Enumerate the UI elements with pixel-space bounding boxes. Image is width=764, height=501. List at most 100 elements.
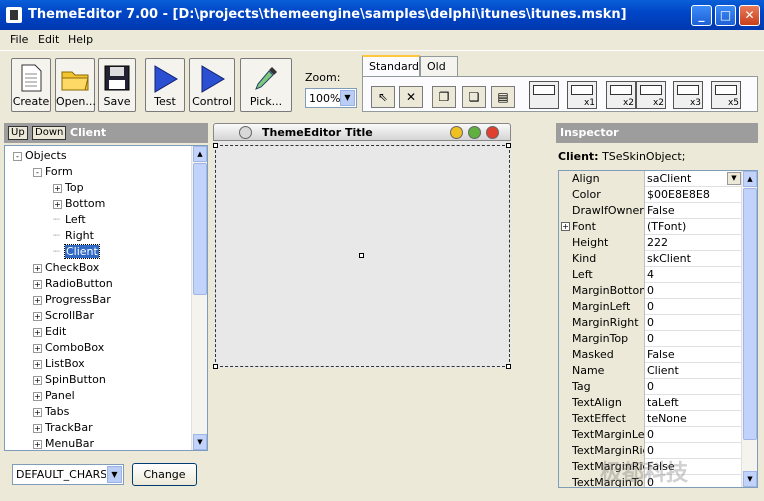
property-row[interactable]: Kind skClient	[559, 251, 742, 267]
tree-item[interactable]: - Objects	[13, 149, 67, 165]
expand-icon[interactable]: +	[33, 295, 42, 305]
test-button[interactable]: Test	[145, 58, 185, 112]
paste-icon[interactable]: ❏	[462, 86, 486, 108]
property-row[interactable]: MarginBottom 0	[559, 283, 742, 299]
charset-select[interactable]: DEFAULT_CHARSET ▼	[12, 464, 124, 485]
chevron-down-icon[interactable]: ▼	[107, 466, 122, 483]
delete-icon[interactable]: ✕	[399, 86, 423, 108]
property-value[interactable]: taLeft	[646, 395, 742, 411]
palette-item-x2[interactable]: x2	[606, 81, 636, 109]
expand-icon[interactable]: +	[33, 407, 42, 417]
scroll-down-icon[interactable]: ▼	[193, 434, 207, 450]
property-grid[interactable]: TextMarginTop0TextMarginRightFalseFalseT…	[558, 170, 758, 488]
property-row[interactable]: Height 222	[559, 235, 742, 251]
tree-scrollbar[interactable]: ▲ ▼	[191, 146, 207, 450]
expand-icon[interactable]: +	[561, 222, 570, 231]
expand-icon[interactable]: +	[33, 359, 42, 369]
pick-button[interactable]: Pick...	[240, 58, 292, 112]
tree-item[interactable]: + TrackBar	[33, 421, 93, 437]
zoom-select[interactable]: 100% ▼	[305, 88, 357, 108]
maximize-button[interactable]: □	[715, 5, 736, 26]
scroll-down-icon[interactable]: ▼	[743, 471, 757, 487]
property-row[interactable]: Align saClient ▼	[559, 171, 742, 187]
property-row[interactable]: Masked False	[559, 347, 742, 363]
property-value[interactable]: 0	[646, 379, 742, 395]
scroll-thumb[interactable]	[743, 188, 757, 440]
pointer-icon[interactable]: ⇖	[371, 86, 395, 108]
resize-handle[interactable]	[506, 364, 511, 369]
tree-item[interactable]: + Tabs	[33, 405, 69, 421]
menu-edit[interactable]: Edit	[38, 33, 59, 46]
property-value[interactable]: teNone	[646, 411, 742, 427]
expand-icon[interactable]: +	[33, 343, 42, 353]
property-row[interactable]: MarginLeft 0	[559, 299, 742, 315]
chevron-down-icon[interactable]: ▼	[340, 90, 355, 106]
property-value[interactable]: (TFont)	[646, 219, 742, 235]
control-button[interactable]: Control	[189, 58, 235, 112]
resize-handle[interactable]	[506, 143, 511, 148]
tab-old[interactable]: Old	[420, 56, 458, 76]
expand-icon[interactable]: +	[53, 183, 62, 193]
grid-scrollbar[interactable]: ▲ ▼	[741, 171, 757, 487]
expand-icon[interactable]: +	[33, 423, 42, 433]
expand-icon[interactable]: +	[33, 327, 42, 337]
scroll-up-icon[interactable]: ▲	[193, 146, 207, 162]
close-button[interactable]: ✕	[739, 5, 760, 26]
skin-minimize-icon[interactable]	[450, 126, 463, 139]
property-value[interactable]: 0	[646, 427, 742, 443]
tree-item[interactable]: + ProgressBar	[33, 293, 111, 309]
expand-icon[interactable]: +	[33, 279, 42, 289]
property-value[interactable]: skClient	[646, 251, 742, 267]
property-row[interactable]: TextAlign taLeft	[559, 395, 742, 411]
property-value[interactable]: 0	[646, 315, 742, 331]
property-row[interactable]: DrawIfOwner False	[559, 203, 742, 219]
tree-item[interactable]: + Bottom	[53, 197, 105, 213]
property-value[interactable]: False	[646, 347, 742, 363]
property-value[interactable]: 0	[646, 331, 742, 347]
scroll-up-icon[interactable]: ▲	[743, 171, 757, 187]
tree-item[interactable]: + RadioButton	[33, 277, 113, 293]
expand-icon[interactable]: +	[33, 439, 42, 449]
save-button[interactable]: Save	[98, 58, 136, 112]
object-tree[interactable]: ▲ ▼ - Objects - Form + Top + Bottom ┈ Left ┈ Right ┈…	[4, 145, 208, 451]
property-row[interactable]: Color $00E8E8E8	[559, 187, 742, 203]
minimize-button[interactable]: _	[691, 5, 712, 26]
property-row[interactable]: MarginTop 0	[559, 331, 742, 347]
tree-item[interactable]: + ListBox	[33, 357, 85, 373]
collapse-icon[interactable]: -	[13, 151, 22, 161]
down-button[interactable]: Down	[32, 126, 67, 140]
menu-help[interactable]: Help	[68, 33, 93, 46]
expand-icon[interactable]: +	[53, 199, 62, 209]
resize-handle[interactable]	[213, 364, 218, 369]
property-row[interactable]: Font + (TFont)	[559, 219, 742, 235]
property-row[interactable]: TextMarginLeft 0	[559, 427, 742, 443]
tree-item[interactable]: ┈ Right	[53, 229, 94, 245]
tree-item[interactable]: + Panel	[33, 389, 75, 405]
expand-icon[interactable]: +	[33, 375, 42, 385]
palette-item-text[interactable]	[529, 81, 559, 109]
chevron-down-icon[interactable]: ▼	[727, 172, 741, 185]
property-value[interactable]: 222	[646, 235, 742, 251]
copy-icon[interactable]: ❐	[432, 86, 456, 108]
tree-item[interactable]: + Edit	[33, 325, 66, 341]
property-row[interactable]: TextEffect teNone	[559, 411, 742, 427]
property-value[interactable]: False	[646, 203, 742, 219]
expand-icon[interactable]: +	[33, 263, 42, 273]
tree-item[interactable]: + Top	[53, 181, 84, 197]
palette-item-x1[interactable]: x1	[567, 81, 597, 109]
change-button[interactable]: Change	[132, 463, 197, 486]
tree-item[interactable]: + ScrollBar	[33, 309, 94, 325]
scroll-thumb[interactable]	[193, 163, 207, 295]
property-value[interactable]: 0	[646, 299, 742, 315]
collapse-icon[interactable]: -	[33, 167, 42, 177]
palette-item-x3[interactable]: x3	[673, 81, 703, 109]
skin-close-icon[interactable]	[486, 126, 499, 139]
palette-item-x2b[interactable]: x2	[636, 81, 666, 109]
expand-icon[interactable]: +	[33, 311, 42, 321]
property-row[interactable]: Tag 0	[559, 379, 742, 395]
tree-item[interactable]: ┈ Client	[53, 244, 100, 261]
tree-item[interactable]: + ComboBox	[33, 341, 104, 357]
tree-item[interactable]: ┈ Left	[53, 213, 86, 229]
open-button[interactable]: Open...	[55, 58, 96, 112]
up-button[interactable]: Up	[8, 126, 28, 140]
